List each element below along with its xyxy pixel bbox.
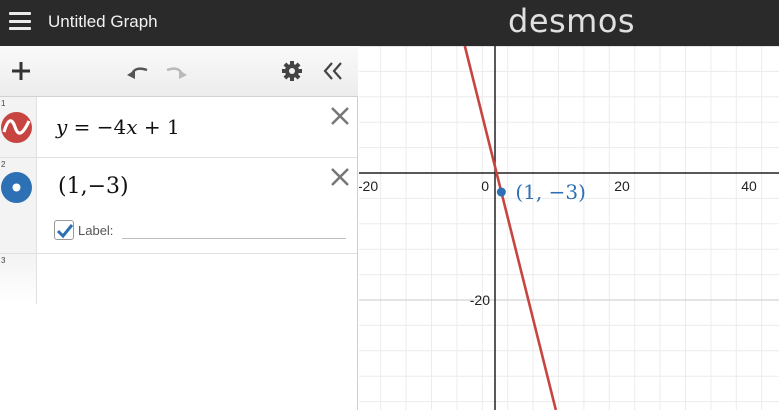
expression-panel: 1 y = −4x + 1 2 (1,−3) Label: 3 (0, 46, 358, 410)
graph-paper[interactable]: -20 0 20 40 -20 (1, −3) (359, 46, 779, 410)
close-icon[interactable] (329, 166, 351, 188)
formula-eq: = −4 (67, 115, 127, 139)
expression-toolbar (0, 46, 358, 97)
point-icon[interactable] (1, 172, 32, 203)
formula-rest: + 1 (137, 115, 180, 139)
expression-gutter: 2 (0, 158, 37, 253)
double-chevron-left-icon[interactable] (320, 58, 346, 84)
point-label[interactable]: (1, −3) (515, 180, 586, 204)
close-icon[interactable] (329, 105, 351, 127)
x-tick-label: -20 (359, 178, 378, 194)
x-tick-label: 0 (481, 178, 489, 194)
label-checkbox[interactable] (54, 220, 74, 240)
expression-number: 3 (1, 256, 6, 265)
expression-gutter: 3 (0, 254, 37, 304)
expression-number: 2 (1, 160, 6, 169)
label-caption: Label: (78, 223, 114, 238)
curve-icon[interactable] (1, 112, 32, 143)
top-bar: Untitled Graph desmos (0, 0, 779, 46)
expression-row-3[interactable]: 3 (0, 254, 357, 304)
point-expression[interactable]: (1,−3) (58, 174, 129, 199)
formula-x: x (126, 115, 138, 139)
undo-icon[interactable] (124, 58, 150, 84)
graph-canvas[interactable]: -20 0 20 40 -20 (1, −3) (359, 46, 779, 410)
desmos-logo: desmos (508, 2, 636, 40)
hamburger-icon[interactable] (9, 12, 31, 30)
expression-number: 1 (1, 99, 6, 108)
function-curve[interactable] (463, 46, 558, 410)
redo-icon[interactable] (164, 58, 190, 84)
y-tick-label: -20 (470, 292, 490, 308)
graph-title[interactable]: Untitled Graph (48, 12, 158, 32)
expression-gutter: 1 (0, 97, 37, 157)
plus-icon[interactable] (8, 58, 34, 84)
x-tick-label: 40 (741, 178, 757, 194)
gear-icon[interactable] (279, 58, 305, 84)
expression-row-2[interactable]: 2 (1,−3) Label: (0, 158, 357, 254)
point-marker[interactable] (496, 187, 506, 197)
expression-formula[interactable]: y = −4x + 1 (56, 115, 180, 139)
formula-y: y (56, 115, 68, 139)
desmos-app: Untitled Graph desmos 1 y = −4x + 1 2 (1… (0, 0, 779, 410)
label-input[interactable] (122, 223, 346, 239)
x-tick-label: 20 (614, 178, 630, 194)
expression-row-1[interactable]: 1 y = −4x + 1 (0, 97, 357, 158)
minor-grid (359, 46, 779, 410)
